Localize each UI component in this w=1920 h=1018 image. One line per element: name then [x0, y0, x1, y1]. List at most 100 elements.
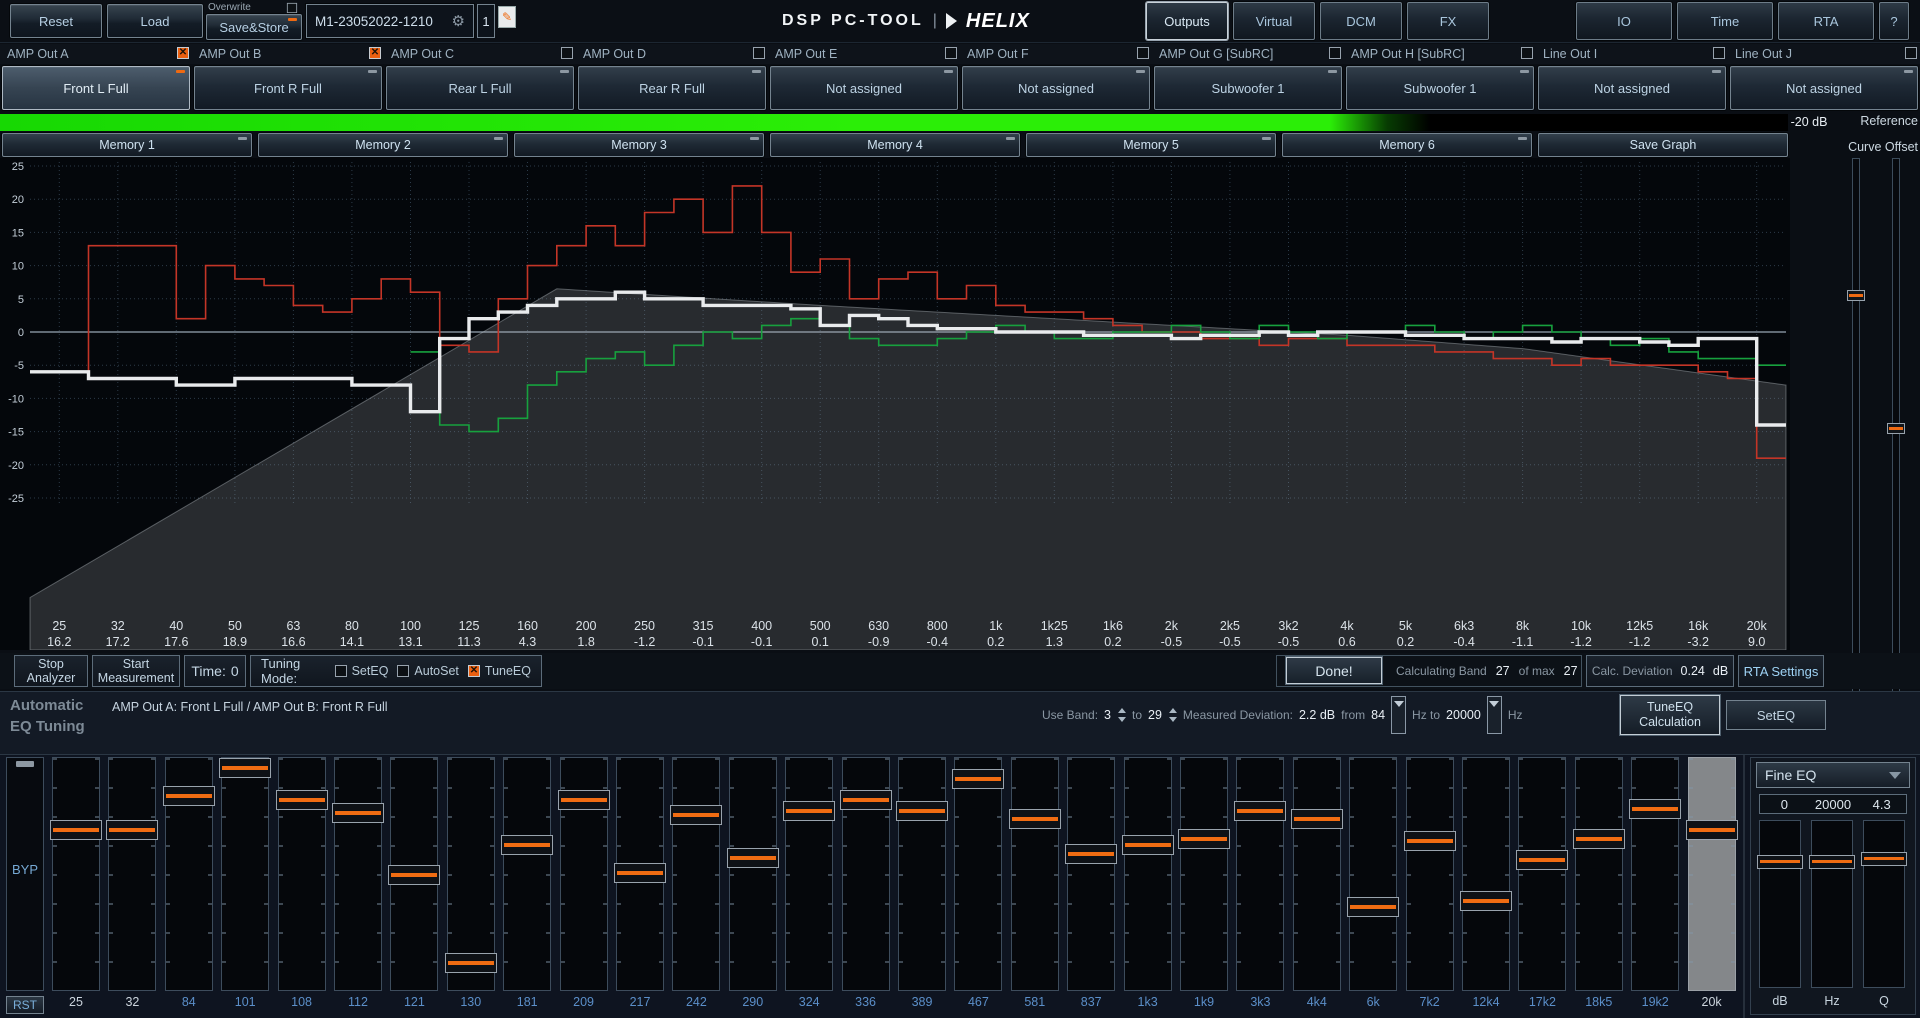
- fine-eq-handle-q[interactable]: [1861, 852, 1907, 866]
- eq-band-handle-242[interactable]: [670, 805, 722, 825]
- autoset-checkbox[interactable]: [397, 665, 409, 677]
- eq-band-handle-6k[interactable]: [1347, 897, 1399, 917]
- nav-tab-io[interactable]: IO: [1576, 2, 1672, 40]
- fine-eq-dropdown[interactable]: Fine EQ: [1756, 762, 1910, 788]
- channel-assignment-button[interactable]: Not assigned: [770, 66, 958, 110]
- set-eq-button[interactable]: SetEQ: [1726, 700, 1826, 730]
- eq-band-handle-20k[interactable]: [1686, 820, 1738, 840]
- eq-band-slider-217[interactable]: [616, 757, 664, 991]
- eq-band-slider-242[interactable]: [672, 757, 720, 991]
- eq-band-slider-121[interactable]: [390, 757, 438, 991]
- eq-band-slider-1k9[interactable]: [1180, 757, 1228, 991]
- tuning-mode-tuneeq[interactable]: TuneEQ: [468, 664, 531, 678]
- eq-band-slider-324[interactable]: [785, 757, 833, 991]
- save-store-button[interactable]: Save&Store: [206, 14, 302, 40]
- eq-band-slider-290[interactable]: [729, 757, 777, 991]
- nav-tab-help[interactable]: ?: [1879, 2, 1909, 40]
- channel-link-checkbox[interactable]: [1521, 47, 1533, 59]
- eq-band-handle-3k3[interactable]: [1234, 801, 1286, 821]
- channel-link-checkbox[interactable]: [1329, 47, 1341, 59]
- bypass-slider-handle[interactable]: [16, 761, 34, 767]
- done-button[interactable]: Done!: [1286, 657, 1382, 684]
- eq-band-handle-389[interactable]: [896, 801, 948, 821]
- channel-assignment-button[interactable]: Front R Full: [194, 66, 382, 110]
- channel-assignment-button[interactable]: Front L Full: [2, 66, 190, 110]
- channel-link-checkbox[interactable]: [1905, 47, 1917, 59]
- eq-band-slider-389[interactable]: [898, 757, 946, 991]
- reset-button[interactable]: Reset: [10, 4, 102, 38]
- eq-band-handle-12k4[interactable]: [1460, 891, 1512, 911]
- eq-band-handle-108[interactable]: [276, 790, 328, 810]
- channel-link-checkbox[interactable]: [753, 47, 765, 59]
- fine-eq-handle-hz[interactable]: [1809, 855, 1855, 869]
- eq-band-slider-336[interactable]: [842, 757, 890, 991]
- eq-band-slider-20k[interactable]: [1688, 757, 1736, 991]
- start-measurement-button[interactable]: Start Measurement: [92, 655, 180, 687]
- eq-band-handle-25[interactable]: [50, 820, 102, 840]
- gear-icon[interactable]: ⚙: [452, 12, 465, 30]
- eq-band-slider-84[interactable]: [165, 757, 213, 991]
- channel-link-checkbox[interactable]: [945, 47, 957, 59]
- memory-button[interactable]: Memory 4: [770, 133, 1020, 157]
- channel-assignment-button[interactable]: Not assigned: [1538, 66, 1726, 110]
- eq-band-slider-18k5[interactable]: [1575, 757, 1623, 991]
- eq-band-slider-130[interactable]: [447, 757, 495, 991]
- eq-band-handle-19k2[interactable]: [1629, 799, 1681, 819]
- eq-band-handle-581[interactable]: [1009, 809, 1061, 829]
- eq-band-handle-217[interactable]: [614, 863, 666, 883]
- fine-eq-handle-db[interactable]: [1757, 855, 1803, 869]
- channel-assignment-button[interactable]: Rear L Full: [386, 66, 574, 110]
- memory-button[interactable]: Memory 6: [1282, 133, 1532, 157]
- reference-curve-offset-slider[interactable]: [1852, 158, 1860, 714]
- channel-link-checkbox[interactable]: [369, 47, 381, 59]
- to-freq-dropdown[interactable]: [1487, 696, 1502, 734]
- eq-band-slider-19k2[interactable]: [1631, 757, 1679, 991]
- eq-band-handle-1k9[interactable]: [1178, 829, 1230, 849]
- bypass-slider[interactable]: BYP: [6, 757, 44, 991]
- eq-band-slider-6k[interactable]: [1349, 757, 1397, 991]
- eq-band-handle-209[interactable]: [558, 790, 610, 810]
- eq-band-handle-17k2[interactable]: [1516, 850, 1568, 870]
- eq-band-handle-112[interactable]: [332, 803, 384, 823]
- seteq-checkbox[interactable]: [335, 665, 347, 677]
- nav-tab-rta[interactable]: RTA: [1778, 2, 1874, 40]
- eq-band-slider-12k4[interactable]: [1462, 757, 1510, 991]
- eq-band-handle-467[interactable]: [952, 769, 1004, 789]
- eq-band-handle-121[interactable]: [388, 865, 440, 885]
- channel-assignment-button[interactable]: Not assigned: [1730, 66, 1918, 110]
- eq-band-slider-837[interactable]: [1067, 757, 1115, 991]
- channel-assignment-button[interactable]: Rear R Full: [578, 66, 766, 110]
- reset-eq-button[interactable]: RST: [6, 996, 44, 1014]
- eq-band-handle-336[interactable]: [840, 790, 892, 810]
- band-from-spinner[interactable]: [1117, 707, 1126, 723]
- eq-band-handle-18k5[interactable]: [1573, 829, 1625, 849]
- fine-eq-slider-hz[interactable]: [1811, 820, 1853, 988]
- nav-tab-fx[interactable]: FX: [1407, 2, 1489, 40]
- eq-band-slider-32[interactable]: [108, 757, 156, 991]
- channel-assignment-button[interactable]: Not assigned: [962, 66, 1150, 110]
- from-freq-dropdown[interactable]: [1391, 696, 1406, 734]
- fine-eq-slider-q[interactable]: [1863, 820, 1905, 988]
- tuning-mode-seteq[interactable]: SetEQ: [335, 664, 389, 678]
- eq-band-handle-837[interactable]: [1065, 844, 1117, 864]
- eq-band-slider-1k3[interactable]: [1124, 757, 1172, 991]
- load-button[interactable]: Load: [107, 4, 203, 38]
- memory-button[interactable]: Memory 1: [2, 133, 252, 157]
- eq-band-handle-324[interactable]: [783, 801, 835, 821]
- eq-band-handle-290[interactable]: [727, 848, 779, 868]
- eq-band-slider-108[interactable]: [278, 757, 326, 991]
- eq-band-slider-209[interactable]: [560, 757, 608, 991]
- eq-band-handle-32[interactable]: [106, 820, 158, 840]
- channel-link-checkbox[interactable]: [561, 47, 573, 59]
- eq-band-handle-181[interactable]: [501, 835, 553, 855]
- tuning-mode-autoset[interactable]: AutoSet: [397, 664, 458, 678]
- channel-link-checkbox[interactable]: [177, 47, 189, 59]
- preset-number-field[interactable]: 1: [477, 4, 495, 38]
- nav-tab-time[interactable]: Time: [1677, 2, 1773, 40]
- eq-band-handle-4k4[interactable]: [1291, 809, 1343, 829]
- measurement-curve-offset-handle[interactable]: [1887, 423, 1905, 434]
- measurement-curve-offset-slider[interactable]: [1892, 158, 1900, 714]
- reference-curve-offset-handle[interactable]: [1847, 290, 1865, 301]
- channel-link-checkbox[interactable]: [1137, 47, 1149, 59]
- band-to-spinner[interactable]: [1168, 707, 1177, 723]
